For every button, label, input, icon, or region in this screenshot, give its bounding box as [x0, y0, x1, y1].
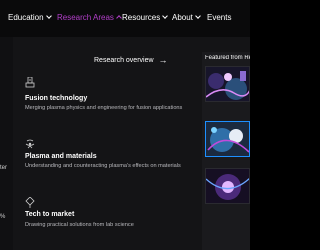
nav-events[interactable]: Events [207, 13, 231, 22]
featured-image [206, 67, 249, 101]
nav-events-label: Events [207, 13, 232, 22]
nav-about-label: About [172, 13, 193, 22]
featured-thumbnail[interactable] [205, 66, 250, 102]
fusion-icon [25, 77, 35, 88]
nav-research-areas-label: Research Areas [57, 13, 114, 22]
nav-resources[interactable]: Resources [122, 13, 169, 22]
tech-to-market-description: Drawing practical solutions from lab sci… [25, 222, 134, 228]
nav-research-areas[interactable]: Research Areas [57, 13, 122, 22]
tech-to-market-link[interactable]: Tech to market [25, 211, 74, 218]
nav-education-label: Education [8, 13, 44, 22]
plasma-icon [25, 139, 35, 149]
chevron-down-icon [195, 13, 201, 19]
research-overview-link[interactable]: Research overview → [94, 54, 168, 65]
featured-thumbnail[interactable] [205, 168, 250, 204]
plasma-and-materials-link[interactable]: Plasma and materials [25, 153, 97, 160]
nav-resources-label: Resources [122, 13, 161, 22]
plasma-and-materials-description: Understanding and counteracting plasma's… [25, 163, 181, 169]
tech-icon [25, 197, 35, 208]
arrow-right-icon: → [158, 55, 168, 65]
research-overview-label: Research overview [94, 57, 154, 64]
chevron-down-icon [45, 13, 52, 19]
nav-education[interactable]: Education [8, 13, 52, 22]
top-nav: Education Research Areas Resources About… [0, 0, 250, 37]
fusion-technology-link[interactable]: Fusion technology [25, 95, 87, 102]
background-text-fragment: ter [0, 165, 8, 171]
featured-image [206, 169, 249, 203]
featured-image [206, 122, 249, 156]
chevron-up-icon [116, 15, 122, 21]
nav-about[interactable]: About [172, 13, 201, 22]
featured-title: Featured from Re [205, 55, 250, 61]
fusion-technology-description: Merging plasma physics and engineering f… [25, 105, 183, 111]
background-text-fragment: % [0, 214, 6, 220]
chevron-down-icon [162, 13, 169, 19]
featured-thumbnail[interactable] [205, 121, 250, 157]
